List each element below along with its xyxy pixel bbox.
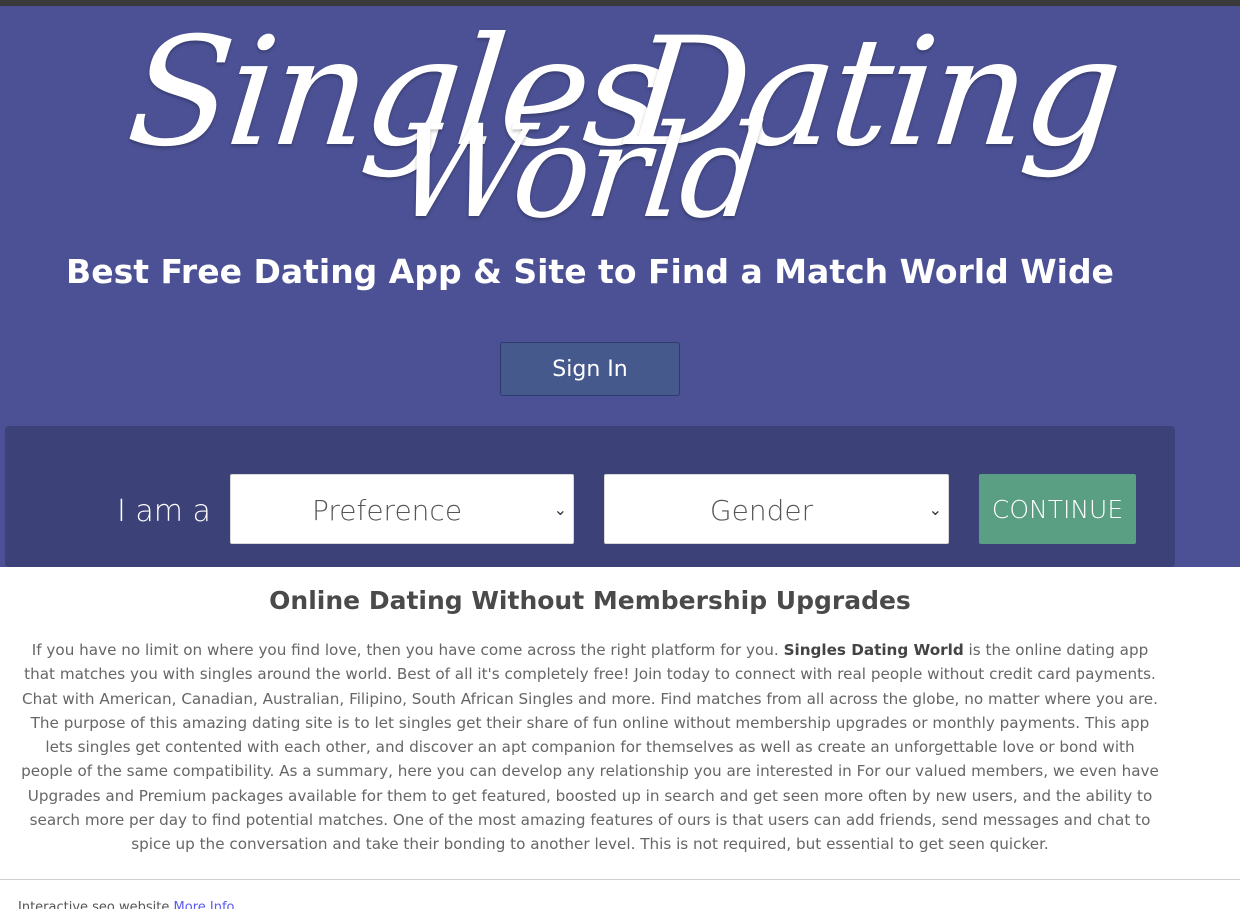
gender-select[interactable]: Gender ⌄ xyxy=(604,474,949,544)
form-prefix-label: I am a xyxy=(117,494,211,529)
preference-select-value: Preference xyxy=(311,493,463,527)
footer-links: Interactive seo website More Info xyxy=(18,900,235,909)
chevron-down-icon: ⌄ xyxy=(553,500,567,519)
brand-name-bold: Singles Dating World xyxy=(783,641,964,659)
sign-in-button[interactable]: Sign In xyxy=(500,342,680,396)
logo-word-world: World xyxy=(387,98,767,247)
content-paragraph: If you have no limit on where you find l… xyxy=(18,638,1162,857)
continue-button[interactable]: CONTINUE xyxy=(979,474,1136,544)
gender-select-value: Gender xyxy=(709,493,814,527)
footer-text: Interactive seo website xyxy=(18,900,170,909)
footer-divider xyxy=(0,879,1240,880)
chevron-down-icon: ⌄ xyxy=(928,500,942,519)
hero-tagline: Best Free Dating App & Site to Find a Ma… xyxy=(66,252,1114,291)
content-heading: Online Dating Without Membership Upgrade… xyxy=(269,586,911,615)
more-info-link[interactable]: More Info xyxy=(174,900,235,909)
paragraph-text-end: is the online dating app that matches yo… xyxy=(21,641,1159,854)
preference-select[interactable]: Preference ⌄ xyxy=(230,474,574,544)
site-logo[interactable]: Singles Dating World xyxy=(0,6,1240,247)
paragraph-text-start: If you have no limit on where you find l… xyxy=(31,641,784,659)
